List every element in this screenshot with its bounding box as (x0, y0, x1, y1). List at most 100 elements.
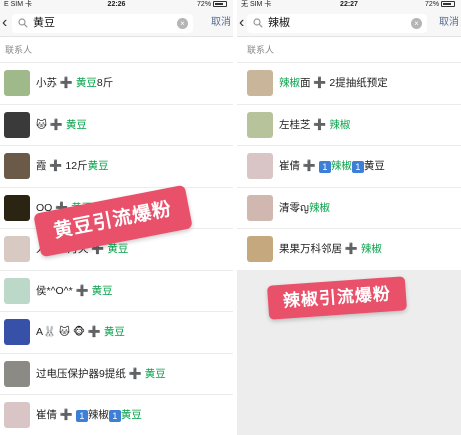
name-text: 过电压保护器9提纸 (36, 367, 129, 380)
keyword-highlight: 辣椒 (308, 201, 330, 214)
contact-row[interactable]: 清零ญ辣椒 (237, 187, 461, 229)
name-text: 清零ญ (279, 201, 309, 214)
avatar (4, 111, 30, 138)
back-icon[interactable]: ‹ (239, 15, 244, 31)
number-tag: 1 (318, 161, 331, 173)
name-text: 崔倩 (36, 409, 60, 421)
search-icon (18, 18, 28, 28)
status-bar: 无 SIM 卡 22:27 72% (237, 0, 461, 9)
plus-icon: ➕ (49, 118, 66, 131)
contact-name: 清零ญ辣椒 (279, 201, 330, 215)
contact-list: 小苏 ➕ 黄豆8斤🐱 ➕ 黄豆霞 ➕ 12斤黄豆OO ➕ 黄豆人间四月天 ➕ 黄… (0, 63, 233, 435)
name-text: 侯*^O^* (36, 284, 76, 297)
keyword-highlight: 黄豆 (75, 77, 97, 89)
avatar (247, 236, 273, 262)
avatar (247, 111, 273, 138)
section-title: 联系人 (0, 37, 233, 63)
avatar (247, 153, 273, 179)
contact-name: 🐱 ➕ 黄豆 (36, 118, 87, 132)
name-text: A🐰 🐱 🐵 (36, 326, 88, 338)
avatar (4, 153, 30, 179)
search-icon (253, 18, 263, 28)
contact-list: 辣椒面 ➕ 2提抽纸预定 左桂芝 ➕ 辣椒 崔倩 ➕ 1 辣椒 1 黄豆 清零ญ辣椒 果果万科… (237, 63, 461, 271)
name-text: 霞 (36, 160, 50, 172)
contact-row[interactable]: 小苏 ➕ 黄豆8斤 (0, 63, 233, 105)
contact-row[interactable]: 侯*^O^* ➕ 黄豆 (0, 270, 233, 312)
contact-row[interactable]: 霞 ➕ 12斤黄豆 (0, 146, 233, 188)
name-text: 崔倩 (279, 160, 303, 172)
keyword-highlight: 辣椒 (330, 160, 352, 172)
plus-icon: ➕ (87, 326, 104, 338)
avatar (4, 194, 30, 221)
section-title: 联系人 (237, 37, 461, 63)
right-screen: 无 SIM 卡 22:27 72% ‹ 辣椒 × 取消 联系人 辣椒面 ➕ 2提… (237, 0, 461, 435)
number-tag: 1 (351, 161, 364, 173)
search-bar: ‹ 黄豆 × 取消 (0, 9, 233, 37)
cancel-button[interactable]: 取消 (439, 17, 459, 29)
keyword-highlight: 黄豆 (91, 284, 113, 297)
contact-row[interactable]: 果果万科邻居 ➕ 辣椒 (237, 229, 461, 271)
plus-icon: ➕ (302, 160, 319, 172)
contact-name: 霞 ➕ 12斤黄豆 (36, 159, 109, 173)
search-input[interactable]: 黄豆 × (12, 14, 193, 33)
search-bar: ‹ 辣椒 × 取消 (237, 9, 461, 37)
clear-icon[interactable]: × (177, 18, 188, 29)
contact-row[interactable]: 左桂芝 ➕ 辣椒 (237, 104, 461, 146)
keyword-highlight: 黄豆 (65, 118, 87, 131)
keyword-highlight: 黄豆 (144, 367, 166, 380)
battery-status: 72% (425, 0, 455, 9)
keyword-highlight: 辣椒 (329, 118, 351, 131)
plus-icon: ➕ (313, 118, 330, 131)
battery-icon (441, 1, 455, 8)
contact-name: 崔倩 ➕ 1 辣椒 1 黄豆 (36, 408, 142, 422)
avatar (247, 70, 273, 96)
contact-row[interactable]: 🐱 ➕ 黄豆 (0, 104, 233, 146)
name-text: 辣椒 (87, 409, 109, 421)
keyword-highlight: 辣椒 (279, 77, 300, 89)
cancel-button[interactable]: 取消 (211, 17, 231, 29)
contact-row[interactable]: 过电压保护器9提纸 ➕ 黄豆 (0, 353, 233, 395)
avatar (4, 360, 30, 387)
avatar (4, 277, 30, 304)
plus-icon: ➕ (59, 409, 76, 421)
battery-percent: 72% (197, 1, 212, 8)
keyword-highlight: 黄豆 (103, 326, 125, 338)
contact-name: 辣椒面 ➕ 2提抽纸预定 (279, 76, 388, 90)
contact-name: 左桂芝 ➕ 辣椒 (279, 118, 350, 132)
keyword-highlight: 黄豆 (87, 160, 109, 172)
contact-row[interactable]: 崔倩 ➕ 1 辣椒 1 黄豆 (237, 146, 461, 188)
name-text: 12斤 (65, 160, 88, 172)
keyword-highlight: 黄豆 (120, 409, 142, 421)
name-text: 🐱 (36, 118, 50, 131)
search-query[interactable]: 黄豆 (33, 17, 55, 30)
contact-name: 小苏 ➕ 黄豆8斤 (36, 76, 113, 90)
search-input[interactable]: 辣椒 × (247, 14, 427, 33)
contact-name: 过电压保护器9提纸 ➕ 黄豆 (36, 367, 166, 381)
contact-name: 侯*^O^* ➕ 黄豆 (36, 284, 113, 298)
avatar (247, 194, 273, 221)
name-text: 黄豆 (363, 160, 385, 172)
contact-name: 果果万科邻居 ➕ 辣椒 (279, 242, 382, 256)
contact-row[interactable]: A🐰 🐱 🐵 ➕ 黄豆 (0, 312, 233, 354)
contact-row[interactable]: 崔倩 ➕ 1 辣椒 1 黄豆 (0, 395, 233, 435)
battery-icon (213, 1, 227, 8)
avatar (4, 402, 30, 428)
search-query[interactable]: 辣椒 (268, 17, 290, 30)
back-icon[interactable]: ‹ (2, 15, 7, 31)
clear-icon[interactable]: × (411, 18, 422, 29)
battery-status: 72% (197, 0, 227, 9)
name-text: 面 ➕ 2提抽纸预定 (300, 77, 388, 89)
contact-row[interactable]: 辣椒面 ➕ 2提抽纸预定 (237, 63, 461, 105)
number-tag: 1 (75, 410, 88, 422)
battery-percent: 72% (425, 1, 440, 8)
plus-icon: ➕ (128, 367, 145, 380)
name-text: 左桂芝 (279, 118, 314, 131)
status-bar: E SIM 卡 22:26 72% (0, 0, 233, 9)
avatar (4, 236, 30, 262)
number-tag: 1 (108, 410, 121, 422)
plus-icon: ➕ (49, 160, 66, 172)
name-text: 小苏 (36, 77, 60, 89)
keyword-highlight: 黄豆 (107, 243, 129, 255)
name-text: 果果万科邻居 (279, 243, 345, 255)
keyword-highlight: 辣椒 (360, 243, 382, 255)
